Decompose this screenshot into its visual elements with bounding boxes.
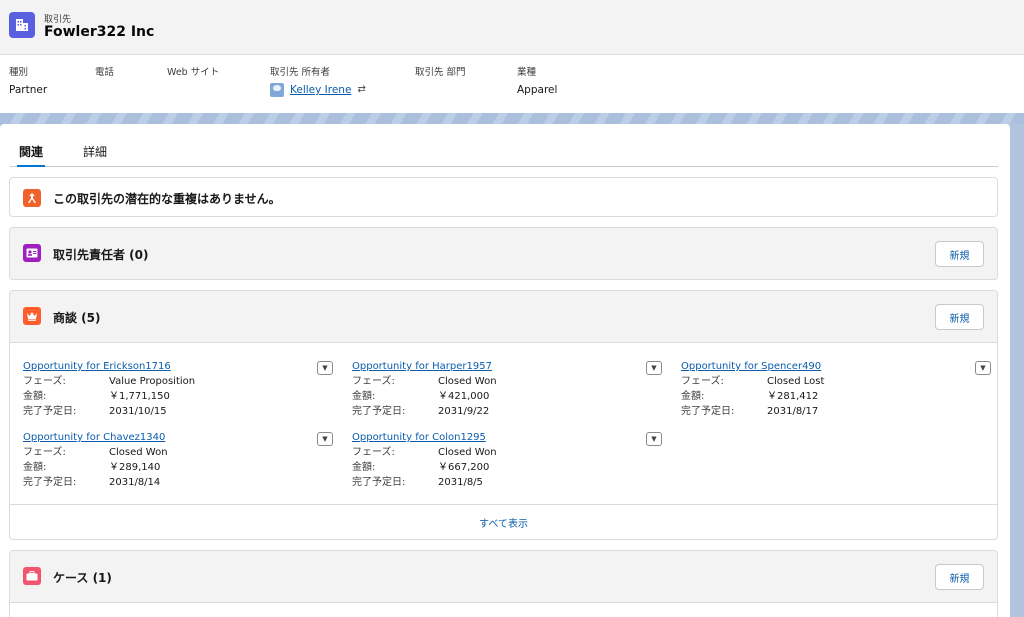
owner-field: Kelley Irene ⇄ bbox=[270, 82, 366, 98]
tab-details[interactable]: 詳細 bbox=[83, 143, 107, 160]
amount-value: ￥667,200 bbox=[438, 462, 490, 473]
stage-label: フェーズ: bbox=[23, 376, 66, 387]
highlight-phone: 電話 bbox=[95, 67, 114, 82]
opportunity-link[interactable]: Opportunity for Chavez1340 bbox=[23, 432, 165, 443]
opportunity-tile: Opportunity for Chavez1340 ▼ フェーズ: Closed… bbox=[23, 431, 333, 490]
highlight-website-label: Web サイト bbox=[167, 67, 220, 78]
row-action-menu-chevron-icon[interactable]: ▼ bbox=[975, 361, 991, 375]
opportunity-tile: Opportunity for Colon1295 ▼ フェーズ: Closed … bbox=[352, 431, 662, 490]
amount-label: 金額: bbox=[352, 462, 376, 473]
opportunities-card: 商談 (5) 新規 Opportunity for Erickson1716 ▼… bbox=[9, 290, 998, 540]
close-date-label: 完了予定日: bbox=[23, 406, 77, 417]
opportunities-card-title[interactable]: 商談 (5) bbox=[53, 309, 101, 326]
close-date-value: 2031/8/14 bbox=[109, 477, 161, 488]
amount-value: ￥1,771,150 bbox=[109, 391, 170, 402]
duplicates-card: この取引先の潜在的な重複はありません。 bbox=[9, 177, 998, 217]
highlight-website: Web サイト bbox=[167, 67, 219, 82]
opportunity-crown-icon bbox=[23, 307, 41, 325]
amount-value: ￥281,412 bbox=[767, 391, 819, 402]
close-date-label: 完了予定日: bbox=[23, 477, 77, 488]
close-date-value: 2031/8/5 bbox=[438, 477, 483, 488]
change-owner-icon[interactable]: ⇄ bbox=[357, 82, 365, 98]
view-all-link[interactable]: すべて表示 bbox=[479, 515, 528, 530]
stage-label: フェーズ: bbox=[352, 376, 395, 387]
contact-icon bbox=[23, 244, 41, 262]
stage-value: Closed Won bbox=[109, 447, 168, 458]
stage-label: フェーズ: bbox=[352, 447, 395, 458]
opportunity-link[interactable]: Opportunity for Colon1295 bbox=[352, 432, 486, 443]
scrollbar-rail[interactable] bbox=[1010, 124, 1024, 617]
owner-link[interactable]: Kelley Irene bbox=[290, 82, 351, 98]
cases-card-title[interactable]: ケース (1) bbox=[53, 569, 112, 586]
row-action-menu-chevron-icon[interactable]: ▼ bbox=[317, 361, 333, 375]
close-date-label: 完了予定日: bbox=[352, 406, 406, 417]
duplicates-message: この取引先の潜在的な重複はありません。 bbox=[53, 192, 281, 206]
opportunity-tile: Opportunity for Harper1957 ▼ フェーズ: Closed… bbox=[352, 360, 662, 419]
amount-label: 金額: bbox=[23, 462, 47, 473]
stage-value: Value Proposition bbox=[109, 376, 196, 387]
cases-card: ケース (1) 新規 bbox=[9, 550, 998, 617]
new-case-button[interactable]: 新規 bbox=[935, 564, 984, 590]
highlight-department: 取引先 部門 bbox=[415, 67, 466, 82]
stage-value: Closed Lost bbox=[767, 376, 825, 387]
highlight-owner: 取引先 所有者 Kelley Irene ⇄ bbox=[270, 67, 366, 100]
amount-label: 金額: bbox=[23, 391, 47, 402]
highlights-panel: 種別 Partner 電話 Web サイト 取引先 所有者 Kelley Ire… bbox=[0, 55, 1024, 113]
stage-label: フェーズ: bbox=[23, 447, 66, 458]
close-date-value: 2031/10/15 bbox=[109, 406, 167, 417]
tab-related[interactable]: 関連 bbox=[16, 143, 46, 167]
contacts-card: 取引先責任者 (0) 新規 bbox=[9, 227, 998, 280]
amount-value: ￥289,140 bbox=[109, 462, 161, 473]
stage-label: フェーズ: bbox=[681, 376, 724, 387]
new-opportunity-button[interactable]: 新規 bbox=[935, 304, 984, 330]
close-date-label: 完了予定日: bbox=[352, 477, 406, 488]
record-header: 取引先 Fowler322 Inc bbox=[0, 0, 1024, 55]
highlight-type-value: Partner bbox=[9, 84, 48, 96]
contacts-card-header: 取引先責任者 (0) 新規 bbox=[10, 228, 997, 279]
record-name: Fowler322 Inc bbox=[44, 24, 155, 40]
cases-card-header: ケース (1) 新規 bbox=[10, 551, 997, 603]
close-date-label: 完了予定日: bbox=[681, 406, 735, 417]
tab-bar: 関連 詳細 bbox=[10, 141, 998, 167]
amount-label: 金額: bbox=[681, 391, 705, 402]
amount-label: 金額: bbox=[352, 391, 376, 402]
highlight-industry-label: 業種 bbox=[517, 67, 537, 78]
account-building-icon bbox=[9, 12, 35, 38]
opportunity-link[interactable]: Opportunity for Erickson1716 bbox=[23, 361, 171, 372]
amount-value: ￥421,000 bbox=[438, 391, 490, 402]
opportunity-tile: Opportunity for Spencer490 ▼ フェーズ: Closed… bbox=[681, 360, 991, 419]
opportunity-tile: Opportunity for Erickson1716 ▼ フェーズ: Valu… bbox=[23, 360, 333, 419]
close-date-value: 2031/9/22 bbox=[438, 406, 490, 417]
highlight-department-label: 取引先 部門 bbox=[415, 67, 466, 78]
duplicate-icon bbox=[23, 189, 41, 207]
stage-value: Closed Won bbox=[438, 447, 497, 458]
highlight-owner-label: 取引先 所有者 bbox=[270, 67, 331, 78]
case-briefcase-icon bbox=[23, 567, 41, 585]
highlight-industry-value: Apparel bbox=[517, 84, 558, 96]
opportunity-link[interactable]: Opportunity for Harper1957 bbox=[352, 361, 492, 372]
owner-avatar bbox=[270, 83, 284, 97]
row-action-menu-chevron-icon[interactable]: ▼ bbox=[646, 361, 662, 375]
close-date-value: 2031/8/17 bbox=[767, 406, 819, 417]
highlight-type-label: 種別 bbox=[9, 67, 29, 78]
row-action-menu-chevron-icon[interactable]: ▼ bbox=[646, 432, 662, 446]
opportunity-link[interactable]: Opportunity for Spencer490 bbox=[681, 361, 821, 372]
highlight-phone-label: 電話 bbox=[95, 67, 115, 78]
view-all-footer: すべて表示 bbox=[10, 504, 997, 539]
related-panel: 関連 詳細 この取引先の潜在的な重複はありません。 取引先責任者 (0) 新規 … bbox=[0, 124, 1010, 617]
opportunities-card-header: 商談 (5) 新規 bbox=[10, 291, 997, 343]
stage-value: Closed Won bbox=[438, 376, 497, 387]
new-contact-button[interactable]: 新規 bbox=[935, 241, 984, 267]
highlight-industry: 業種 Apparel bbox=[517, 67, 557, 98]
contacts-card-title[interactable]: 取引先責任者 (0) bbox=[53, 246, 149, 263]
row-action-menu-chevron-icon[interactable]: ▼ bbox=[317, 432, 333, 446]
highlight-type: 種別 Partner bbox=[9, 67, 47, 98]
